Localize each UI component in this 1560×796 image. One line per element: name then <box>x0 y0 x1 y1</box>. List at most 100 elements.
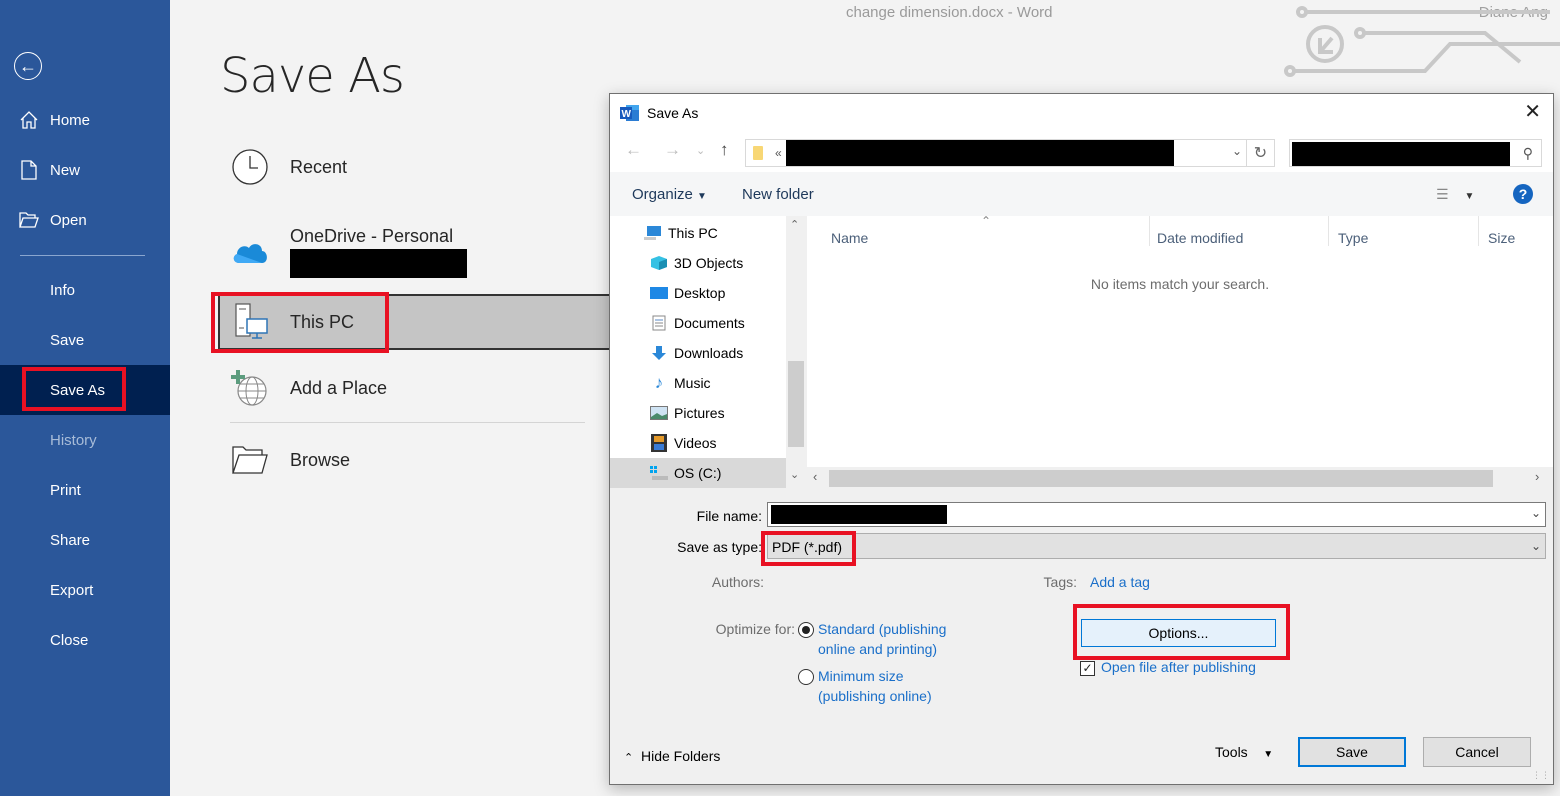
refresh-icon[interactable]: ↻ <box>1246 140 1274 166</box>
tree-item-pictures[interactable]: Pictures <box>610 398 786 428</box>
address-bar[interactable]: « ⌄ ↻ <box>745 139 1275 167</box>
sidebar-item-info[interactable]: Info <box>0 265 170 315</box>
dropdown-caret-icon: ▼ <box>1464 191 1475 202</box>
forward-nav-icon[interactable]: → <box>664 140 681 160</box>
column-header-name[interactable]: Name <box>831 230 868 246</box>
back-button[interactable]: ← <box>14 52 42 80</box>
home-icon <box>18 110 40 130</box>
hide-folders-button[interactable]: ⌃ Hide Folders <box>624 748 720 764</box>
save-button[interactable]: Save <box>1298 737 1406 767</box>
nav-pane-scrollbar[interactable]: ⌃ ⌄ <box>786 216 806 488</box>
scroll-up-icon[interactable]: ⌃ <box>790 218 799 231</box>
clock-icon <box>228 145 272 189</box>
scrollbar-thumb[interactable] <box>829 470 1493 487</box>
scroll-left-icon[interactable]: ‹ <box>813 469 817 484</box>
optimize-for-label: Optimize for: <box>715 621 795 637</box>
option-line: (publishing online) <box>818 688 932 704</box>
optimize-standard-radio[interactable] <box>798 622 814 638</box>
sort-ascending-icon: ⌃ <box>981 214 992 228</box>
chevron-down-icon[interactable]: ⌄ <box>1531 539 1541 553</box>
place-onedrive[interactable]: OneDrive - Personal <box>228 226 467 278</box>
optimize-standard-label[interactable]: Standard (publishing online and printing… <box>818 619 946 659</box>
up-level-icon[interactable]: ↑ <box>720 140 729 160</box>
place-recent[interactable]: Recent <box>228 145 347 189</box>
this-pc-icon <box>230 300 274 344</box>
tree-item-3d-objects[interactable]: 3D Objects <box>610 248 786 278</box>
place-label: OneDrive - Personal <box>290 226 454 246</box>
new-folder-button[interactable]: New folder <box>742 186 814 203</box>
optimize-minimum-radio[interactable] <box>798 669 814 685</box>
column-header-type[interactable]: Type <box>1338 230 1368 246</box>
tree-item-os-c[interactable]: OS (C:) <box>610 458 786 488</box>
sidebar-item-home[interactable]: Home <box>0 95 170 145</box>
file-list-hscrollbar[interactable]: ‹ › <box>807 467 1553 488</box>
tree-item-videos[interactable]: Videos <box>610 428 786 458</box>
circuit-decoration-icon <box>1284 6 1560 77</box>
new-document-icon <box>18 160 40 180</box>
tree-item-label: Desktop <box>674 285 726 301</box>
search-input[interactable]: ⚲ <box>1289 139 1542 167</box>
empty-results-message: No items match your search. <box>1090 276 1270 292</box>
open-after-publishing-label[interactable]: Open file after publishing <box>1101 657 1256 677</box>
column-header-size[interactable]: Size <box>1488 230 1515 246</box>
3d-objects-icon <box>650 255 668 271</box>
resize-grip-icon[interactable]: ⋮⋮ <box>1532 770 1550 781</box>
sidebar-item-label: Save As <box>50 381 106 399</box>
place-label: Browse <box>290 449 351 470</box>
address-prefix: « <box>775 146 782 160</box>
search-icon[interactable]: ⚲ <box>1523 145 1533 162</box>
add-tag-link[interactable]: Add a tag <box>1090 572 1150 592</box>
dropdown-caret-icon: ▼ <box>697 191 707 202</box>
column-separator[interactable] <box>1328 216 1329 246</box>
tools-button[interactable]: Tools ▼ <box>1215 744 1273 760</box>
tree-item-documents[interactable]: Documents <box>610 308 786 338</box>
chevron-down-icon[interactable]: ⌄ <box>1531 506 1541 520</box>
place-this-pc[interactable]: This PC <box>218 294 613 350</box>
word-app-icon: W <box>620 104 640 122</box>
sidebar-item-share[interactable]: Share <box>0 515 170 565</box>
column-header-date-modified[interactable]: Date modified <box>1157 230 1243 246</box>
sidebar-item-history[interactable]: History <box>0 415 170 465</box>
sidebar-item-open[interactable]: Open <box>0 195 170 245</box>
videos-icon <box>650 434 668 452</box>
navigation-pane: This PC 3D Objects Desktop Documents Dow… <box>610 216 806 488</box>
tree-item-desktop[interactable]: Desktop <box>610 278 786 308</box>
pictures-icon <box>650 405 668 421</box>
sidebar-item-save[interactable]: Save <box>0 315 170 365</box>
open-after-publishing-checkbox[interactable]: ✓ <box>1080 661 1095 676</box>
dialog-toolbar: Organize ▼ New folder ☰ ▼ ? <box>610 172 1553 216</box>
tree-item-music[interactable]: ♪ Music <box>610 368 786 398</box>
sidebar-item-print[interactable]: Print <box>0 465 170 515</box>
close-icon[interactable]: ✕ <box>1524 102 1541 122</box>
place-add-a-place[interactable]: Add a Place <box>228 366 387 410</box>
save-as-type-select[interactable]: PDF (*.pdf) ⌄ <box>767 533 1546 559</box>
organize-button[interactable]: Organize ▼ <box>632 186 707 203</box>
sidebar-item-export[interactable]: Export <box>0 565 170 615</box>
file-name-input[interactable]: ⌄ <box>767 502 1546 527</box>
column-separator[interactable] <box>1478 216 1479 246</box>
optimize-minimum-label[interactable]: Minimum size (publishing online) <box>818 666 932 706</box>
back-nav-icon[interactable]: ← <box>625 140 642 160</box>
desktop-icon <box>650 285 668 301</box>
place-browse[interactable]: Browse <box>228 438 350 482</box>
cancel-button[interactable]: Cancel <box>1423 737 1531 767</box>
save-as-dialog: W Save As ✕ ← → ⌄ ↑ « ⌄ ↻ ⚲ Organize ▼ N… <box>609 93 1554 785</box>
change-view-button[interactable]: ☰ ▼ <box>1436 186 1474 203</box>
scrollbar-thumb[interactable] <box>788 361 804 447</box>
options-button[interactable]: Options... <box>1081 619 1276 647</box>
recent-locations-chevron-icon[interactable]: ⌄ <box>696 144 705 157</box>
scroll-down-icon[interactable]: ⌄ <box>790 468 799 481</box>
address-dropdown-icon[interactable]: ⌄ <box>1232 144 1242 158</box>
column-separator[interactable] <box>1149 216 1150 246</box>
sidebar-item-label: Export <box>50 581 94 599</box>
sidebar-item-new[interactable]: New <box>0 145 170 195</box>
help-icon[interactable]: ? <box>1513 184 1533 204</box>
tree-item-downloads[interactable]: Downloads <box>610 338 786 368</box>
tree-item-this-pc[interactable]: This PC <box>610 218 786 248</box>
sidebar-item-save-as[interactable]: Save As <box>0 365 170 415</box>
sidebar-item-close[interactable]: Close <box>0 615 170 665</box>
dialog-titlebar: W Save As ✕ <box>610 94 1553 132</box>
sidebar-item-label: History <box>50 431 97 449</box>
sidebar-item-label: Save <box>50 331 85 349</box>
scroll-right-icon[interactable]: › <box>1535 469 1539 484</box>
